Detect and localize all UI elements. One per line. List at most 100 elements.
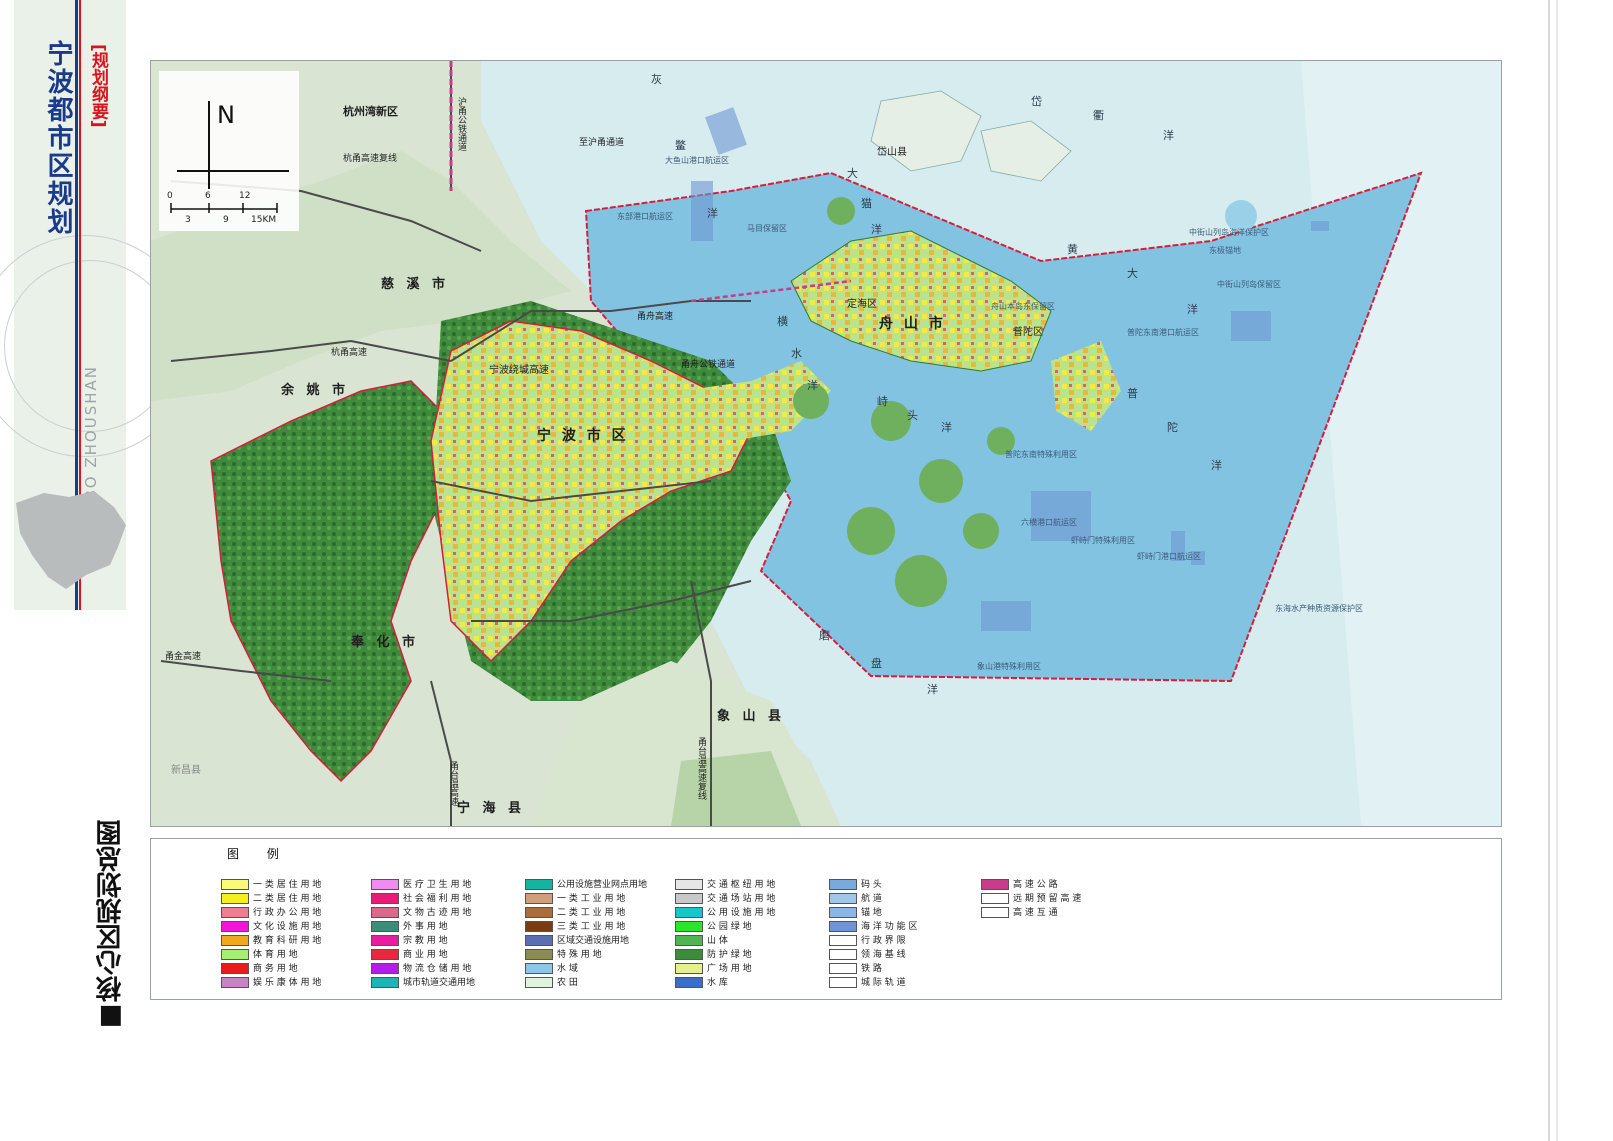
legend-label: 教 育 科 研 用 地: [253, 936, 322, 946]
legend-swatch: [675, 963, 703, 974]
north-label: N: [217, 101, 235, 129]
sea-label: 黄: [1067, 243, 1078, 256]
road-label-huyong: 沪甬公铁通道: [456, 97, 466, 151]
legend-label: 水 库: [707, 978, 728, 988]
legend-label: 三 类 工 业 用 地: [557, 922, 626, 932]
place-label-dinghai: 定海区: [847, 299, 877, 310]
sea-label: 磨: [819, 629, 830, 642]
sea-label: 洋: [1187, 303, 1198, 316]
legend-swatch: [525, 893, 553, 904]
page-edge-rule: [1556, 0, 1558, 1141]
legend-label: 防 护 绿 地: [707, 950, 752, 960]
legend-swatch: [221, 935, 249, 946]
scale-label: 0: [167, 191, 173, 201]
legend-label: 一 类 居 住 用 地: [253, 880, 322, 890]
sea-label: 普: [1127, 387, 1138, 400]
place-label-hangzhouwan: 杭州湾新区: [343, 105, 398, 118]
legend-swatch: [829, 921, 857, 932]
scale-label: 6: [205, 191, 211, 201]
legend-swatch: [829, 963, 857, 974]
scale-label: 3: [185, 215, 191, 225]
legend-swatch: [525, 921, 553, 932]
sea-label: 陀: [1167, 421, 1178, 434]
legend-label: 体 育 用 地: [253, 950, 298, 960]
legend-label: 山 体: [707, 936, 728, 946]
road-label-yongtaiwen: 甬台温高速: [448, 761, 458, 806]
zone-label: 马目保留区: [747, 224, 787, 233]
legend-swatch: [525, 949, 553, 960]
legend-label: 城 际 轨 道: [861, 978, 906, 988]
legend-label: 公 用 设 施 用 地: [707, 908, 776, 918]
zone-label: 普陀东南港口航运区: [1127, 328, 1199, 337]
sea-label: 鳖: [675, 139, 686, 152]
legend-label: 商 务 用 地: [253, 964, 298, 974]
north-arrow-icon: [170, 101, 289, 213]
legend-swatch: [675, 935, 703, 946]
legend-swatch: [829, 907, 857, 918]
map-legend: 图 例 一 类 居 住 用 地二 类 居 住 用 地行 政 办 公 用 地文 化…: [150, 838, 1502, 1000]
legend-label: 领 海 基 线: [861, 950, 906, 960]
legend-label: 二 类 工 业 用 地: [557, 908, 626, 918]
road-label-yongzhou: 甬舟高速: [637, 312, 674, 322]
sea-label: 洋: [871, 223, 882, 236]
sea-label: 大: [847, 167, 858, 180]
legend-swatch: [221, 921, 249, 932]
legend-swatch: [675, 921, 703, 932]
compass-scale-panel: N 0 6 12 3 9 15KM: [159, 71, 299, 231]
sea-label: 猫: [861, 197, 872, 210]
legend-label: 锚 地: [861, 908, 882, 918]
sea-label: 洋: [941, 421, 952, 434]
zone-label: 中街山列岛海洋保护区: [1189, 228, 1269, 237]
scale-label: 12: [239, 191, 251, 201]
legend-swatch: [221, 963, 249, 974]
legend-swatch: [525, 935, 553, 946]
place-label-daishan: 岱山县: [877, 147, 907, 158]
zone-label: 东海水产种质资源保护区: [1275, 604, 1363, 613]
zone-label: 普陀东南特殊利用区: [1005, 450, 1077, 459]
road-label-yongtaiwenfu: 甬台温高速复线: [696, 737, 706, 800]
legend-label: 交 通 场 站 用 地: [707, 894, 776, 904]
legend-label: 远 期 预 留 高 速: [1013, 894, 1082, 904]
legend-label: 广 场 用 地: [707, 964, 752, 974]
legend-swatch: [981, 907, 1009, 918]
road-label-hangyongfu: 杭甬高速复线: [343, 154, 398, 164]
legend-label: 公 园 绿 地: [707, 922, 752, 932]
planning-map[interactable]: N 0 6 12 3 9 15KM 杭州湾新区 慈 溪 市 余 姚 市 宁 波 …: [150, 60, 1502, 827]
legend-label: 文 化 设 施 用 地: [253, 922, 322, 932]
scale-label: 15KM: [251, 215, 277, 225]
zone-label: 六横港口航运区: [1021, 518, 1077, 527]
legend-swatch: [371, 879, 399, 890]
map-canvas: [151, 61, 1501, 826]
legend-swatch: [675, 907, 703, 918]
legend-swatch: [221, 907, 249, 918]
legend-swatch: [221, 879, 249, 890]
legend-swatch: [525, 879, 553, 890]
legend-swatch: [675, 949, 703, 960]
place-label-xiangshan: 象 山 县: [717, 709, 786, 724]
legend-label: 码 头: [861, 880, 882, 890]
legend-swatch: [675, 879, 703, 890]
legend-swatch: [981, 879, 1009, 890]
legend-swatch: [371, 977, 399, 988]
legend-swatch: [525, 963, 553, 974]
legend-label: 区域交通设施用地: [557, 936, 630, 946]
road-label-zhihuyong: 至沪甬通道: [579, 138, 625, 148]
legend-label: 娱 乐 康 体 用 地: [253, 978, 322, 988]
place-label-fenghua: 奉 化 市: [351, 635, 420, 650]
road-label-yongzhoutie: 甬舟公铁通道: [681, 360, 736, 370]
sea-label: 衢: [1093, 109, 1104, 122]
legend-swatch: [675, 977, 703, 988]
legend-label: 铁 路: [861, 964, 882, 974]
sea-label: 盘: [871, 657, 882, 670]
legend-label: 航 道: [861, 894, 882, 904]
legend-label: 海 洋 功 能 区: [861, 922, 918, 932]
legend-label: 农 田: [557, 978, 578, 988]
place-label-zhoushan: 舟 山 市: [879, 316, 946, 332]
legend-label: 城市轨道交通用地: [403, 978, 476, 988]
legend-swatch: [371, 949, 399, 960]
place-label-yuyao: 余 姚 市: [281, 383, 350, 398]
legend-swatch: [371, 907, 399, 918]
legend-swatch: [829, 935, 857, 946]
legend-swatch: [981, 893, 1009, 904]
legend-label: 行 政 界 限: [861, 936, 906, 946]
